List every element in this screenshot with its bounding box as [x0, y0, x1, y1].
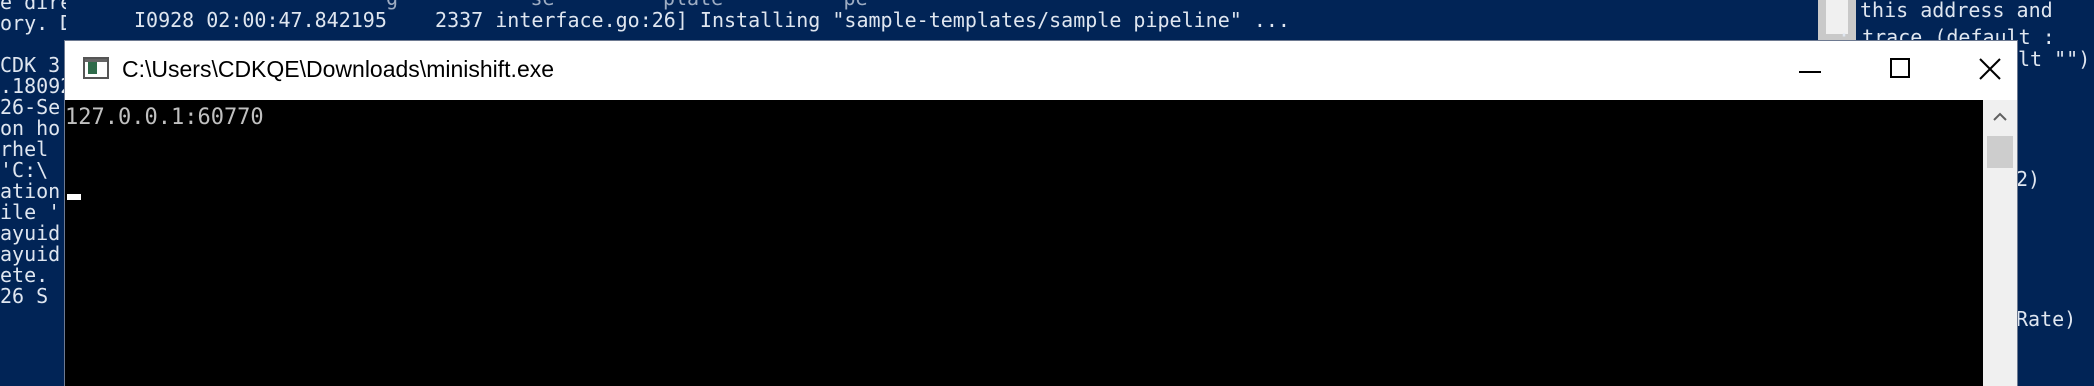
window-title: C:\Users\CDKQE\Downloads\minishift.exe [122, 56, 555, 82]
bg-right-line: 2) [2016, 167, 2041, 191]
bg-right-line: this address and [1860, 0, 2053, 22]
minishift-console-window[interactable]: C:\Users\CDKQE\Downloads\minishift.exe 1… [64, 40, 2018, 386]
title-bar[interactable]: C:\Users\CDKQE\Downloads\minishift.exe [65, 41, 2017, 100]
scroll-up-button[interactable] [1983, 100, 2017, 134]
bg-left-line: 26 S [0, 284, 49, 308]
bg-right-line: Rate) [2016, 307, 2077, 331]
vertical-scrollbar[interactable] [1983, 100, 2017, 386]
console-app-icon[interactable] [83, 57, 109, 79]
minimize-icon [1799, 71, 1821, 73]
bg-left-line: ory. Do yo [0, 11, 66, 35]
background-console-top: g se plate pe I0928 02:00:47.842195 2337… [66, 0, 1816, 40]
scroll-thumb[interactable] [1987, 136, 2013, 168]
bg-top-log-line: I0928 02:00:47.842195 2337 interface.go:… [134, 8, 1290, 32]
chevron-up-icon [1993, 112, 2007, 121]
background-console-left: e director ory. Do yo CDK 3 .18092 26-Se… [0, 0, 66, 386]
minimize-button[interactable] [1765, 41, 1855, 100]
text-cursor [67, 194, 81, 200]
close-icon [1979, 58, 2001, 80]
console-output-area[interactable]: 127.0.0.1:60770 [65, 100, 1983, 386]
maximize-icon [1890, 58, 1910, 78]
maximize-button[interactable] [1855, 41, 1945, 100]
console-output-line: 127.0.0.1:60770 [65, 105, 264, 130]
close-button[interactable] [1945, 41, 2035, 100]
